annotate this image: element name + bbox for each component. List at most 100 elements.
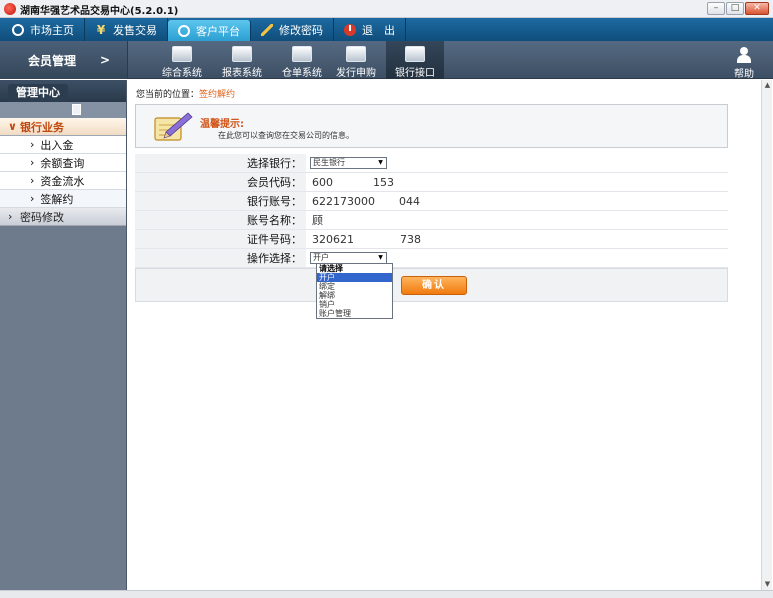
chevron-right-icon: > (100, 53, 111, 67)
sidebar-group-password[interactable]: › 密码修改 (0, 208, 126, 226)
breadcrumb-link[interactable]: 签约解约 (199, 90, 235, 100)
bank-select[interactable]: 民生银行 ▼ (310, 157, 387, 169)
yen-icon: ¥ (96, 22, 106, 37)
member-code-value: 600 153 (306, 173, 728, 191)
tab-label: 客户平台 (196, 24, 240, 38)
window-title: 湖南华强艺术品交易中心(5.2.0.1) (20, 6, 179, 17)
breadcrumb-prefix: 您当前的位置： (136, 90, 200, 100)
chevron-right-icon: › (30, 138, 35, 151)
pencil-icon (261, 23, 273, 36)
sidebar-item-label: 资金流水 (40, 174, 85, 188)
form-button-row: 确认 (135, 268, 728, 302)
operation-dropdown-list: 请选择 开户 绑定 解绑 销户 账户管理 (316, 263, 393, 319)
sidebar-item-label: 余额查询 (40, 156, 85, 170)
breadcrumb: 您当前的位置：签约解约 (136, 87, 235, 100)
tab-issue-trade[interactable]: ¥ 发售交易 (85, 18, 168, 41)
warehouse-icon (292, 46, 312, 62)
notepad-pencil-icon (154, 112, 193, 141)
form-row-account-name: 账号名称： 顾 (135, 211, 728, 230)
document-dollar-icon (346, 46, 366, 62)
folder-icon (232, 46, 252, 62)
confirm-button[interactable]: 确认 (401, 276, 467, 295)
system-warehouse-button[interactable]: 仓单系统 (272, 41, 332, 79)
id-label: 证件号码： (135, 230, 306, 248)
tab-change-password[interactable]: 修改密码 (251, 18, 334, 41)
system-bank-interface-button[interactable]: 银行接口 (386, 41, 444, 79)
dropdown-arrow-icon: ▼ (378, 254, 383, 261)
help-label: 帮助 (734, 69, 754, 80)
app-logo-icon (4, 3, 16, 15)
page-icon[interactable] (72, 104, 81, 115)
tab-label: 修改密码 (279, 23, 323, 37)
sidebar-item-sign-unsign[interactable]: › 签解约 (0, 190, 126, 208)
vertical-scrollbar[interactable]: ▲ ▼ (761, 80, 772, 590)
member-code-label: 会员代码： (135, 173, 306, 191)
account-part1: 622173000 (312, 195, 375, 208)
circle-arrow-icon (178, 24, 190, 37)
system-label: 仓单系统 (282, 68, 322, 79)
window-controls: – □ ✕ (707, 2, 769, 15)
tab-logout[interactable]: 退 出 (334, 18, 406, 41)
sidebar-header: 管理中心 (0, 80, 126, 102)
power-icon (344, 23, 356, 36)
system-label: 报表系统 (222, 68, 262, 79)
chevron-right-icon: › (8, 210, 13, 223)
tip-text: 在此您可以查询您在交易公司的信息。 (218, 131, 354, 140)
system-subscription-button[interactable]: 发行申购 (326, 41, 386, 79)
sidebar-group-bank-business[interactable]: ∨ 银行业务 (0, 118, 126, 136)
dropdown-option[interactable]: 开户 (317, 273, 392, 282)
member-code-part1: 600 (312, 176, 333, 189)
maximize-button[interactable]: □ (726, 2, 744, 15)
minimize-button[interactable]: – (707, 2, 725, 15)
dropdown-option[interactable]: 绑定 (317, 282, 392, 291)
sidebar-toolbar (0, 102, 126, 118)
scroll-up-icon[interactable]: ▲ (763, 81, 772, 90)
member-management-button[interactable]: 会员管理 > (0, 41, 128, 79)
system-report-button[interactable]: 报表系统 (212, 41, 272, 79)
sidebar-tab-management[interactable]: 管理中心 (8, 84, 68, 102)
dropdown-option[interactable]: 账户管理 (317, 309, 392, 318)
sidebar-item-deposit-withdraw[interactable]: › 出入金 (0, 136, 126, 154)
member-code-part2: 153 (373, 176, 394, 189)
bank-label: 选择银行： (135, 154, 306, 172)
system-label: 银行接口 (395, 68, 435, 79)
system-general-button[interactable]: 综合系统 (152, 41, 212, 79)
scroll-down-icon[interactable]: ▼ (763, 580, 772, 589)
top-navigation: 市场主页 ¥ 发售交易 客户平台 修改密码 退 出 (0, 18, 773, 41)
system-label: 综合系统 (162, 68, 202, 79)
sidebar-group-label: 密码修改 (20, 210, 64, 224)
sidebar-item-label: 签解约 (40, 192, 74, 206)
sidebar-item-balance-query[interactable]: › 余额查询 (0, 154, 126, 172)
dropdown-option[interactable]: 请选择 (317, 264, 392, 273)
sidebar-item-fund-flow[interactable]: › 资金流水 (0, 172, 126, 190)
form-row-account: 银行账号： 622173000 044 (135, 192, 728, 211)
id-part2: 738 (400, 233, 421, 246)
dropdown-option[interactable]: 解绑 (317, 291, 392, 300)
dropdown-option[interactable]: 销户 (317, 300, 392, 309)
window-bottom-border (0, 590, 773, 598)
form-row-member-code: 会员代码： 600 153 (135, 173, 728, 192)
close-button[interactable]: ✕ (745, 2, 769, 15)
sidebar-group-label: 银行业务 (20, 120, 64, 134)
tab-label: 退 出 (362, 23, 395, 37)
bank-icon (405, 46, 425, 62)
sidebar: 管理中心 ∨ 银行业务 › 出入金 › 余额查询 › 资金流水 › 签解约 › … (0, 80, 127, 590)
operation-select-value: 开户 (313, 253, 329, 262)
bank-select-value: 民生银行 (313, 158, 345, 167)
person-icon (737, 47, 751, 63)
account-part2: 044 (399, 195, 420, 208)
form-row-id: 证件号码： 320621 738 (135, 230, 728, 249)
account-name-label: 账号名称： (135, 211, 306, 229)
chevron-right-icon: › (30, 192, 35, 205)
tip-title: 温馨提示: (200, 119, 244, 130)
tab-market-home[interactable]: 市场主页 (2, 18, 85, 41)
dropdown-arrow-icon: ▼ (378, 159, 383, 166)
tab-label: 市场主页 (30, 23, 74, 37)
tab-client-platform[interactable]: 客户平台 (168, 20, 251, 41)
window-titlebar: 湖南华强艺术品交易中心(5.2.0.1) – □ ✕ (0, 0, 773, 18)
system-label: 发行申购 (336, 68, 376, 79)
help-button[interactable]: 帮助 (729, 41, 759, 80)
id-part1: 320621 (312, 233, 354, 246)
tab-label: 发售交易 (113, 23, 157, 37)
id-value: 320621 738 (306, 230, 728, 248)
